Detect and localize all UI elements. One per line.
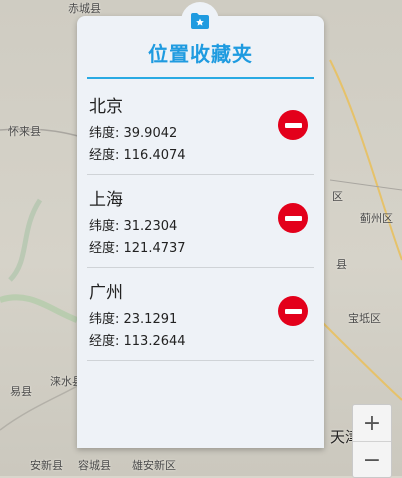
minus-circle-icon	[284, 215, 302, 221]
favorites-badge	[181, 2, 219, 40]
map-label-jizhou: 蓟州区	[360, 212, 393, 225]
favorite-item-guangzhou[interactable]: 广州 纬度: 23.1291 经度: 113.2644	[87, 268, 314, 361]
title-divider	[87, 77, 314, 79]
zoom-out-button[interactable]: −	[353, 442, 391, 478]
folder-star-icon	[191, 13, 209, 29]
favorite-latitude: 纬度: 39.9042	[89, 126, 178, 141]
favorite-longitude: 经度: 121.4737	[89, 241, 186, 256]
map-label-xian: 县	[336, 258, 347, 271]
map-label-anxin: 安新县	[30, 459, 63, 472]
favorite-latitude: 纬度: 31.2304	[89, 219, 178, 234]
map-label-huailai: 怀来县	[8, 125, 41, 138]
favorite-item-shanghai[interactable]: 上海 纬度: 31.2304 经度: 121.4737	[87, 175, 314, 268]
favorite-latitude: 纬度: 23.1291	[89, 312, 178, 327]
favorite-city-name: 上海	[89, 190, 123, 210]
remove-favorite-button[interactable]	[278, 110, 308, 140]
map-label-yixian: 易县	[10, 385, 32, 398]
favorite-city-name: 广州	[89, 283, 123, 303]
dialog-title: 位置收藏夹	[148, 42, 253, 66]
favorite-longitude: 经度: 113.2644	[89, 334, 186, 349]
favorite-longitude: 经度: 116.4074	[89, 148, 186, 163]
map-label-xiongan: 雄安新区	[132, 459, 176, 472]
map-label-chicheng: 赤城县	[68, 2, 101, 15]
map-label-rongcheng: 容城县	[78, 459, 111, 472]
map-zoom-control: + −	[352, 404, 392, 478]
favorites-dialog: 位置收藏夹 北京 纬度: 39.9042 经度: 116.4074 上海 纬度:…	[77, 16, 324, 448]
remove-favorite-button[interactable]	[278, 296, 308, 326]
favorites-list: 北京 纬度: 39.9042 经度: 116.4074 上海 纬度: 31.23…	[87, 82, 314, 361]
map-label-qu: 区	[332, 190, 343, 203]
minus-circle-icon	[284, 308, 302, 314]
map-label-baodi: 宝坻区	[348, 312, 381, 325]
favorite-item-beijing[interactable]: 北京 纬度: 39.9042 经度: 116.4074	[87, 82, 314, 175]
zoom-in-button[interactable]: +	[353, 405, 391, 442]
favorite-city-name: 北京	[89, 97, 123, 117]
minus-circle-icon	[284, 122, 302, 128]
remove-favorite-button[interactable]	[278, 203, 308, 233]
